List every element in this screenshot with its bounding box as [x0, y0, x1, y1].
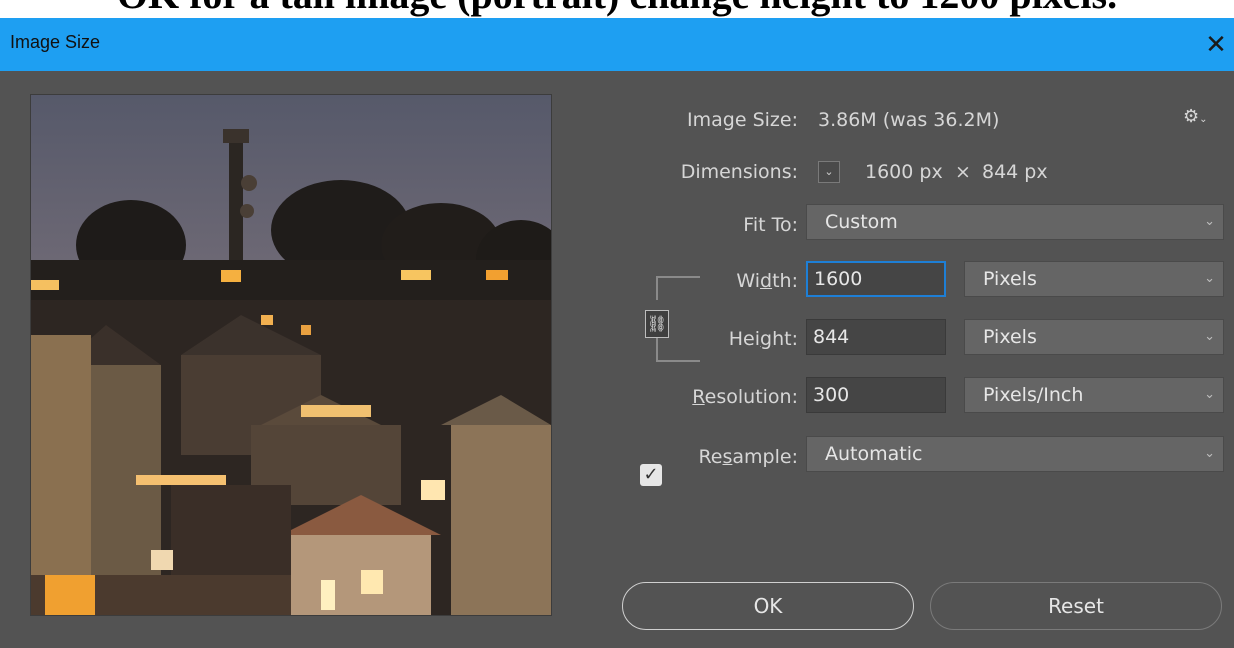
height-label: Height: [728, 328, 798, 350]
fit-to-label: Fit To: [743, 214, 798, 236]
width-label: Width: [736, 270, 798, 292]
resample-select[interactable]: Automatic ⌄ [806, 436, 1224, 472]
image-size-value: 3.86M (was 36.2M) [818, 109, 1000, 131]
dialog-title: Image Size [10, 32, 101, 52]
resample-value: Automatic [825, 443, 923, 465]
fit-to-value: Custom [825, 211, 898, 233]
dimensions-separator: × [955, 161, 971, 183]
resample-checkbox[interactable]: ✓ [640, 464, 662, 486]
ok-button[interactable]: OK [622, 582, 914, 630]
image-preview[interactable] [30, 94, 552, 616]
resolution-unit-select[interactable]: Pixels/Inch ⌄ [964, 377, 1224, 413]
chevron-down-icon: ⌄ [1204, 214, 1215, 229]
chevron-down-icon: ⌄ [1204, 387, 1215, 402]
gear-icon[interactable]: ⚙⌄ [1183, 106, 1215, 128]
height-unit-select[interactable]: Pixels ⌄ [964, 319, 1224, 355]
tutorial-caption: OK for a tall image (portrait) change he… [0, 0, 1234, 18]
preview-scene [31, 95, 551, 615]
width-input[interactable]: 1600 [806, 261, 946, 297]
width-unit-select[interactable]: Pixels ⌄ [964, 261, 1224, 297]
dimensions-width: 1600 px [865, 161, 943, 183]
width-unit-value: Pixels [983, 268, 1037, 290]
image-size-dialog: Image Size ✕ Image Size: 3.86M (was 36.2… [0, 18, 1234, 648]
constrain-bracket-bottom [656, 338, 700, 362]
resolution-input[interactable]: 300 [806, 377, 946, 413]
dimensions-height: 844 px [982, 161, 1048, 183]
resample-label: Resample: [698, 446, 798, 468]
height-input[interactable]: 844 [806, 319, 946, 355]
close-icon[interactable]: ✕ [1198, 24, 1234, 64]
chain-link-icon[interactable]: ⛓ [645, 310, 669, 338]
chevron-down-icon: ⌄ [1204, 329, 1215, 344]
chevron-down-icon: ⌄ [824, 165, 834, 178]
resolution-label: Resolution: [692, 386, 798, 408]
dimensions-unit-menu[interactable]: ⌄ [818, 161, 840, 183]
fit-to-select[interactable]: Custom ⌄ [806, 204, 1224, 240]
reset-button[interactable]: Reset [930, 582, 1222, 630]
chevron-down-icon: ⌄ [1204, 446, 1215, 461]
chevron-down-icon: ⌄ [1204, 271, 1215, 286]
dimensions-label: Dimensions: [680, 161, 798, 183]
constrain-bracket-top [656, 276, 700, 300]
height-unit-value: Pixels [983, 326, 1037, 348]
image-size-label: Image Size: [687, 109, 798, 131]
resolution-unit-value: Pixels/Inch [983, 384, 1084, 406]
checkmark-icon: ✓ [643, 464, 659, 485]
title-bar: Image Size ✕ [0, 18, 1234, 71]
